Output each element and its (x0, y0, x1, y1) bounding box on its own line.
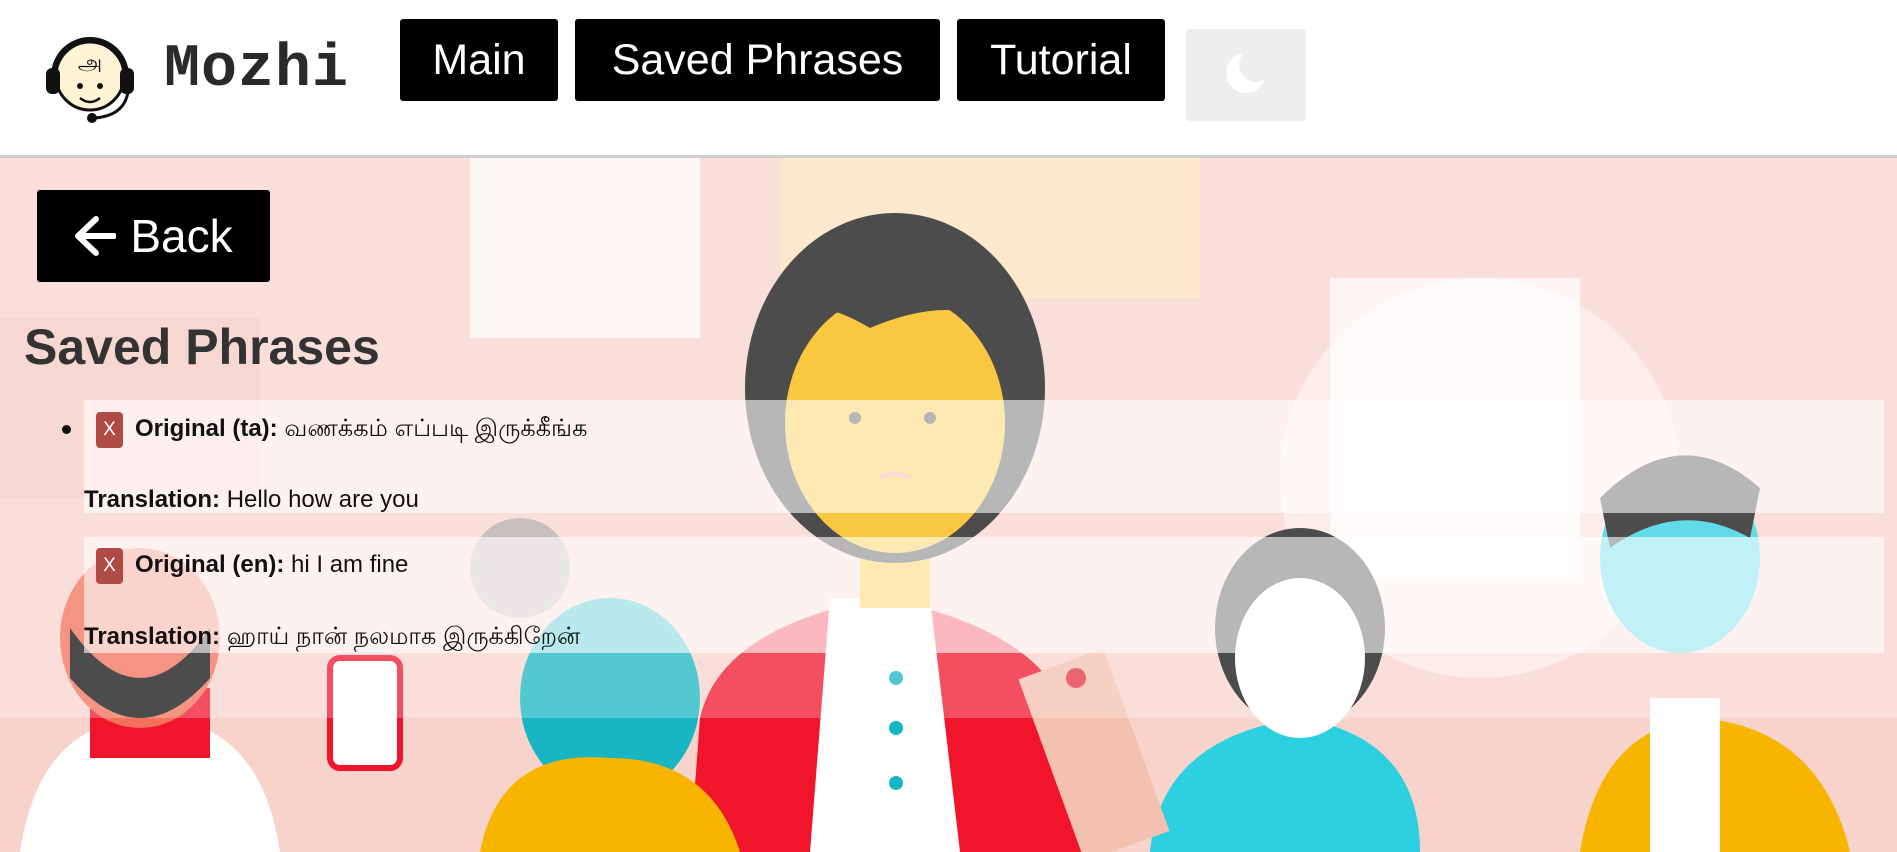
original-label: Original (en): (135, 551, 285, 578)
phrase-original: Original (ta): வணக்கம் எப்படி இருக்கீங்க (135, 415, 587, 445)
translation-label: Translation: (84, 623, 221, 650)
moon-icon (1222, 47, 1273, 102)
translation-text: Hello how are you (226, 486, 419, 513)
phrase-translation: Translation: Hello how are you (84, 486, 419, 514)
back-button-label: Back (130, 210, 233, 262)
original-text: வணக்கம் எப்படி இருக்கீங்க (284, 415, 588, 442)
nav-tutorial-button[interactable]: Tutorial (957, 19, 1165, 101)
nav-saved-phrases-button[interactable]: Saved Phrases (575, 19, 940, 101)
phrase-original: Original (en): hi I am fine (135, 551, 408, 579)
mozhi-logo-icon[interactable]: அ (44, 28, 140, 124)
original-label: Original (ta): (135, 415, 278, 442)
delete-phrase-button[interactable]: X (96, 548, 123, 584)
list-bullet (62, 425, 71, 434)
arrow-left-icon (74, 215, 117, 257)
back-button[interactable]: Back (37, 190, 270, 282)
translation-label: Translation: (84, 486, 221, 513)
page-title: Saved Phrases (24, 319, 380, 375)
original-text: hi I am fine (291, 551, 409, 578)
top-navbar: அ Mozhi Main Saved Phrases Tutorial (0, 0, 1897, 158)
nav-main-button[interactable]: Main (400, 19, 558, 101)
theme-toggle-button[interactable] (1186, 29, 1306, 121)
logo-glyph: அ (78, 51, 102, 76)
phrase-translation: Translation: ஹாய் நான் நலமாக இருக்கிறேன் (84, 623, 580, 653)
translation-text: ஹாய் நான் நலமாக இருக்கிறேன் (226, 623, 581, 650)
brand-name[interactable]: Mozhi (164, 36, 349, 104)
delete-phrase-button[interactable]: X (96, 412, 123, 448)
